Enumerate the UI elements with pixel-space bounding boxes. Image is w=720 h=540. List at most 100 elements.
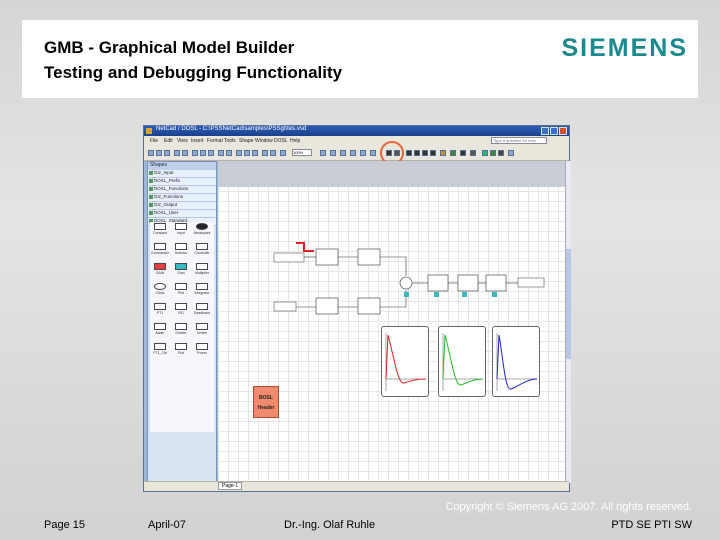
vertical-scrollbar[interactable] xyxy=(565,161,571,483)
connector-icon[interactable] xyxy=(244,150,250,156)
palette-item[interactable]: Comparator xyxy=(150,242,170,260)
text-icon[interactable] xyxy=(252,150,258,156)
lag-block xyxy=(315,297,339,315)
menu-help[interactable]: Help xyxy=(290,138,300,144)
palette-item[interactable]: Divider xyxy=(171,322,191,340)
open-icon[interactable] xyxy=(156,150,162,156)
align-icon[interactable] xyxy=(340,150,346,156)
preview-icon[interactable] xyxy=(182,150,188,156)
compile-icon[interactable] xyxy=(460,150,466,156)
status-bar: Page-1 xyxy=(144,481,569,491)
palette-item[interactable]: Controller xyxy=(192,242,212,260)
palette-item[interactable]: GAIN xyxy=(150,262,170,280)
washout-block xyxy=(357,297,381,315)
palette-item[interactable]: Plot xyxy=(171,342,191,360)
probe-marker xyxy=(462,292,467,297)
shape-icon xyxy=(175,303,187,310)
palette-item[interactable]: Power xyxy=(192,342,212,360)
shape-icon xyxy=(154,323,166,330)
palette-item[interactable]: PT1 xyxy=(150,302,170,320)
palette-item[interactable]: Plot xyxy=(171,282,191,300)
menu-file[interactable]: File xyxy=(150,138,158,144)
paste-icon[interactable] xyxy=(208,150,214,156)
save-icon[interactable] xyxy=(164,150,170,156)
stencil-item[interactable]: Gtz_Output xyxy=(148,202,216,210)
palette-item[interactable]: Multiplier xyxy=(192,262,212,280)
help-search-input[interactable]: Type a question for help xyxy=(491,137,547,144)
menu-format[interactable]: Format xyxy=(207,138,223,144)
undo-icon[interactable] xyxy=(218,150,224,156)
palette-item[interactable]: Breakpoint xyxy=(192,222,212,240)
palette-item[interactable]: PID xyxy=(171,302,191,320)
menu-window[interactable]: Window xyxy=(255,138,273,144)
palette-item[interactable]: Clock xyxy=(150,282,170,300)
watch-icon[interactable] xyxy=(450,150,456,156)
bosl-label: BOSL xyxy=(259,395,273,401)
shape-icon xyxy=(196,223,208,230)
shape-icon xyxy=(154,223,166,230)
settings-icon[interactable] xyxy=(470,150,476,156)
palette-item[interactable]: Input xyxy=(171,222,191,240)
step-icon[interactable] xyxy=(406,150,412,156)
menu-shape[interactable]: Shape xyxy=(239,138,253,144)
zoom-select[interactable]: 100% xyxy=(292,149,312,156)
pointer-icon[interactable] xyxy=(236,150,242,156)
shape-icon xyxy=(196,263,208,270)
bosl-header-block[interactable]: BOSL Header xyxy=(253,386,279,418)
rectangle-icon[interactable] xyxy=(270,150,276,156)
layer-icon[interactable] xyxy=(360,150,366,156)
shape-icon xyxy=(154,303,166,310)
menu-tools[interactable]: Tools xyxy=(224,138,236,144)
input-block xyxy=(273,252,305,263)
print-icon[interactable] xyxy=(174,150,180,156)
grid-icon[interactable] xyxy=(508,150,514,156)
copy-icon[interactable] xyxy=(200,150,206,156)
cut-icon[interactable] xyxy=(192,150,198,156)
stencil-item[interactable]: DOSL_Functions xyxy=(148,186,216,194)
slide-title-line2: Testing and Debugging Functionality xyxy=(44,63,343,82)
stencil-item[interactable]: Gtz_Input xyxy=(148,170,216,178)
palette-item[interactable]: Selector xyxy=(171,242,191,260)
palette-item[interactable]: Constant xyxy=(150,222,170,240)
new-icon[interactable] xyxy=(148,150,154,156)
line-weight-icon[interactable] xyxy=(370,150,376,156)
palette-item[interactable]: Integrator xyxy=(192,282,212,300)
plot-icon[interactable] xyxy=(490,150,496,156)
washout-block xyxy=(357,248,381,266)
menu-view[interactable]: View xyxy=(177,138,188,144)
step-over-icon[interactable] xyxy=(414,150,420,156)
line-icon[interactable] xyxy=(262,150,268,156)
pause-icon[interactable] xyxy=(422,150,428,156)
menu-edit[interactable]: Edit xyxy=(164,138,173,144)
siemens-logo: SIEMENS xyxy=(561,34,688,62)
group-icon[interactable] xyxy=(350,150,356,156)
stencil-icon[interactable] xyxy=(280,150,286,156)
breakpoint-icon[interactable] xyxy=(440,150,446,156)
format-icon[interactable] xyxy=(330,150,336,156)
help-icon[interactable] xyxy=(320,150,326,156)
stencil-item[interactable]: DOSL_User xyxy=(148,210,216,218)
scroll-thumb[interactable] xyxy=(566,249,571,359)
stencil-item[interactable]: Gtz_Functions xyxy=(148,194,216,202)
menu-dosl[interactable]: DOSL xyxy=(274,138,288,144)
app-window: NetCad / DOSL - C:\PSSNetCad\samples\PSS… xyxy=(143,125,571,492)
palette-item[interactable]: Sum xyxy=(171,262,191,280)
shape-icon xyxy=(196,323,208,330)
palette-item[interactable]: PT1_Ctrl xyxy=(150,342,170,360)
shape-icon xyxy=(154,263,166,270)
close-icon[interactable] xyxy=(559,127,567,135)
tab-page-1[interactable]: Page-1 xyxy=(218,482,243,490)
menu-insert[interactable]: Insert xyxy=(191,138,204,144)
maximize-icon[interactable] xyxy=(550,127,558,135)
simulate-icon[interactable] xyxy=(482,150,488,156)
output-block xyxy=(517,277,545,288)
palette-item[interactable]: Deadband xyxy=(192,302,212,320)
redo-icon[interactable] xyxy=(226,150,232,156)
palette-item[interactable]: Limiter xyxy=(192,322,212,340)
export-icon[interactable] xyxy=(498,150,504,156)
stencil-item[interactable]: DOSL_Prefix xyxy=(148,178,216,186)
minimize-icon[interactable] xyxy=(541,127,549,135)
probe-marker xyxy=(492,292,497,297)
stop-icon[interactable] xyxy=(430,150,436,156)
palette-item[interactable]: Adder xyxy=(150,322,170,340)
